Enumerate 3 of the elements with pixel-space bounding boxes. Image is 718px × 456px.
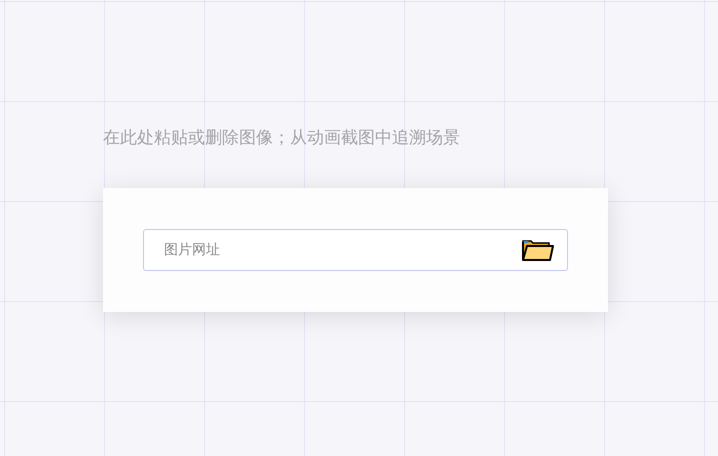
hint-text: 在此处粘贴或删除图像；从动画截图中追溯场景 <box>103 127 461 149</box>
folder-icon[interactable] <box>522 238 554 262</box>
url-field[interactable]: 图片网址 <box>143 229 568 271</box>
